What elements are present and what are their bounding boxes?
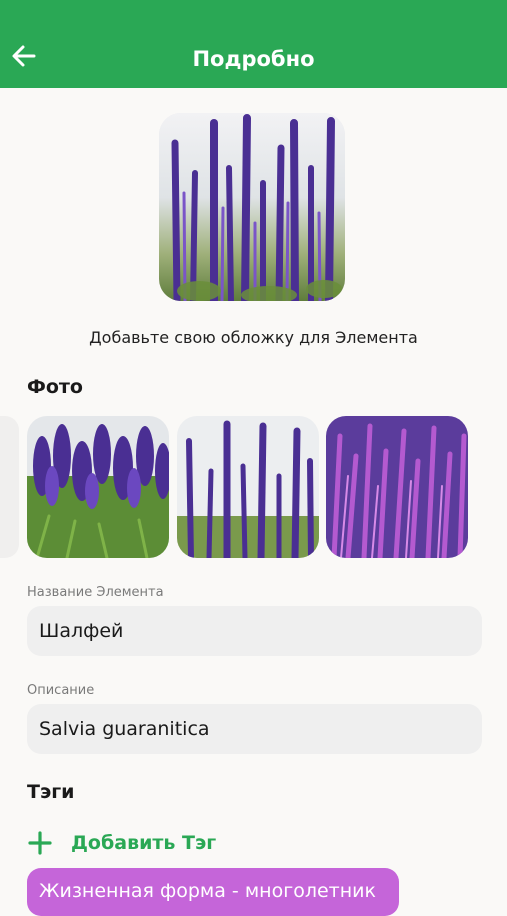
photos-section-title: Фото [27,376,83,398]
photo-thumbnail-2[interactable] [177,416,319,558]
gallery-edge [0,416,19,558]
tag-chip[interactable]: Жизненная форма - многолетник [27,868,399,916]
cover-caption: Добавьте свою обложку для Элемента [89,328,418,347]
photo-gallery[interactable] [0,416,507,558]
description-field-label: Описание [27,683,95,698]
page-title: Подробно [192,47,315,71]
description-field[interactable] [27,704,482,754]
app-bar: Подробно [0,0,507,88]
plus-icon [28,831,52,855]
add-tag-button[interactable]: Добавить Тэг [27,827,216,859]
name-field[interactable] [27,606,482,656]
tags-section-title: Тэги [27,781,75,803]
photo-thumbnail-1[interactable] [27,416,169,558]
add-tag-label: Добавить Тэг [71,832,217,854]
cover-image[interactable] [159,113,345,301]
name-field-label: Название Элемента [27,585,164,600]
photo-thumbnail-3[interactable] [326,416,468,558]
